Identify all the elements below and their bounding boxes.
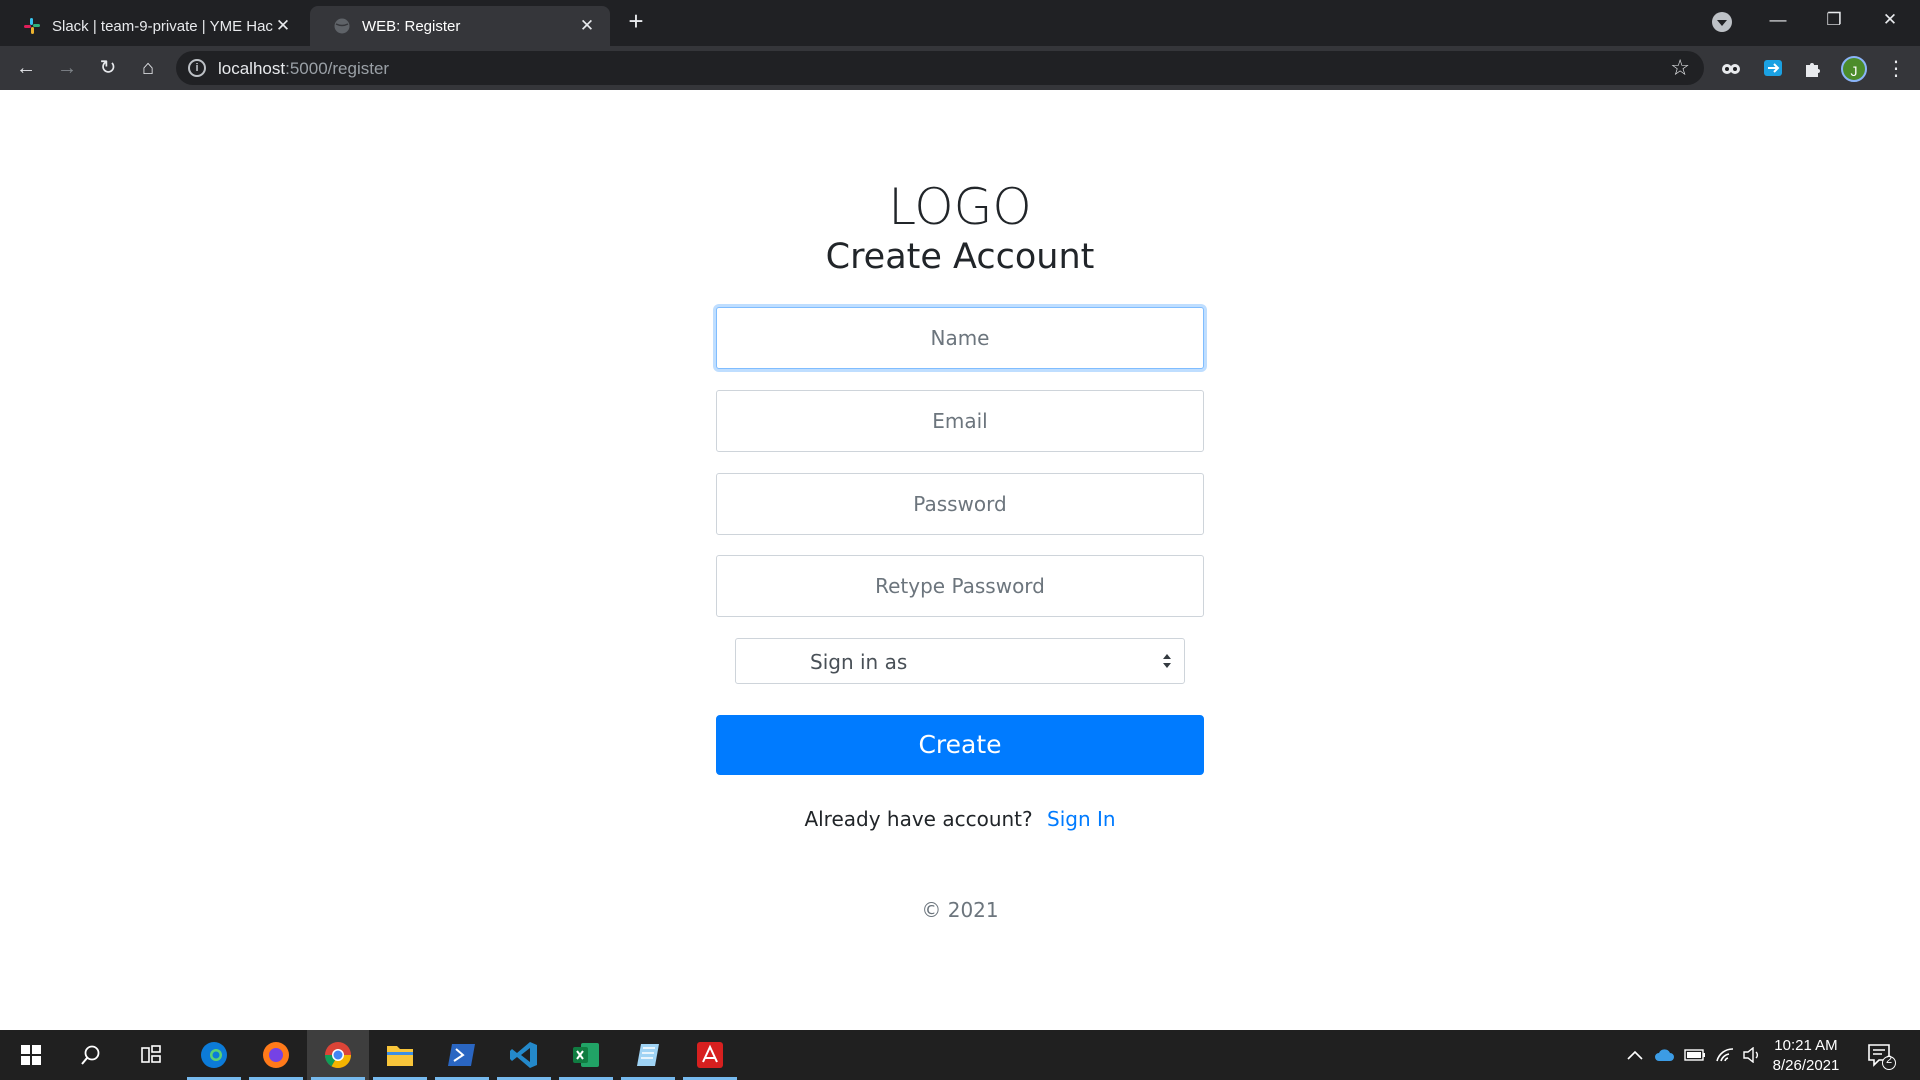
reload-icon[interactable]: ↻: [94, 54, 122, 82]
site-info-icon[interactable]: i: [188, 59, 206, 77]
battery-icon[interactable]: [1682, 1030, 1708, 1080]
tab-register[interactable]: WEB: Register ✕: [310, 6, 610, 46]
sign-in-link[interactable]: Sign In: [1047, 807, 1116, 831]
clock-date: 8/26/2021: [1772, 1057, 1840, 1074]
onedrive-icon[interactable]: [1652, 1030, 1678, 1080]
url-text: localhost:5000/register: [218, 59, 390, 78]
register-page: LOGO Create Account Sign in as Create Al…: [0, 90, 1920, 1030]
vscode-icon[interactable]: [493, 1030, 555, 1080]
tab-slack[interactable]: Slack | team-9-private | YME Hac ✕: [0, 6, 306, 46]
edge-icon[interactable]: [183, 1030, 245, 1080]
menu-kebab-icon[interactable]: ⋮: [1886, 56, 1906, 81]
extension-eyes-icon[interactable]: [1720, 57, 1742, 79]
create-button[interactable]: Create: [716, 715, 1204, 775]
notification-center-icon[interactable]: 2: [1866, 1042, 1896, 1070]
system-clock[interactable]: 10:21 AM 8/26/2021: [1756, 1036, 1856, 1076]
name-input[interactable]: [716, 307, 1204, 369]
role-select[interactable]: Sign in as: [735, 638, 1185, 684]
slack-icon: [22, 16, 42, 36]
restore-button[interactable]: ❐: [1806, 0, 1862, 40]
file-explorer-icon[interactable]: [369, 1030, 431, 1080]
excel-icon[interactable]: [555, 1030, 617, 1080]
retype-password-input[interactable]: [716, 555, 1204, 617]
role-select-value: Sign in as: [810, 650, 908, 674]
search-icon[interactable]: [60, 1030, 122, 1080]
globe-icon: [332, 16, 352, 36]
signin-prompt: Already have account? Sign In: [0, 807, 1920, 831]
already-account-text: Already have account?: [804, 807, 1033, 831]
page-title: Create Account: [825, 237, 1095, 277]
address-bar[interactable]: i localhost:5000/register ☆: [176, 51, 1704, 85]
notepad-icon[interactable]: [617, 1030, 679, 1080]
task-view-icon[interactable]: [120, 1030, 182, 1080]
copyright-text: © 2021: [921, 898, 999, 922]
close-icon[interactable]: ✕: [578, 16, 596, 36]
minimize-button[interactable]: —: [1750, 0, 1806, 40]
tab-search-icon[interactable]: [1712, 12, 1732, 32]
chrome-icon[interactable]: [307, 1030, 369, 1080]
new-tab-button[interactable]: +: [622, 8, 650, 36]
tab-title: Slack | team-9-private | YME Hac: [52, 17, 273, 35]
extension-translate-icon[interactable]: [1762, 57, 1784, 79]
browser-tab-bar: Slack | team-9-private | YME Hac ✕ WEB: …: [0, 0, 1920, 46]
logo-text: LOGO: [888, 178, 1032, 236]
browser-toolbar: ← → ↻ ⌂ i localhost:5000/register ☆ J ⋮: [0, 46, 1920, 90]
clock-time: 10:21 AM: [1774, 1037, 1838, 1054]
close-window-button[interactable]: ✕: [1862, 0, 1918, 40]
notification-count: 2: [1885, 1054, 1893, 1066]
profile-avatar[interactable]: J: [1841, 56, 1867, 82]
windows-taskbar: 10:21 AM 8/26/2021 2: [0, 1030, 1920, 1080]
firefox-icon[interactable]: [245, 1030, 307, 1080]
chevron-up-icon[interactable]: [1622, 1030, 1648, 1080]
wifi-icon[interactable]: [1712, 1030, 1738, 1080]
email-input[interactable]: [716, 390, 1204, 452]
windows-start-icon[interactable]: [0, 1030, 62, 1080]
extensions-puzzle-icon[interactable]: [1802, 57, 1824, 79]
select-arrows-icon: [1162, 651, 1172, 671]
back-icon[interactable]: ←: [12, 54, 40, 82]
tab-title: WEB: Register: [362, 17, 461, 35]
forward-icon[interactable]: →: [53, 54, 81, 82]
acrobat-icon[interactable]: [679, 1030, 741, 1080]
bookmark-star-icon[interactable]: ☆: [1670, 55, 1690, 81]
password-input[interactable]: [716, 473, 1204, 535]
close-icon[interactable]: ✕: [274, 16, 292, 36]
powershell-icon[interactable]: [431, 1030, 493, 1080]
home-icon[interactable]: ⌂: [134, 54, 162, 82]
